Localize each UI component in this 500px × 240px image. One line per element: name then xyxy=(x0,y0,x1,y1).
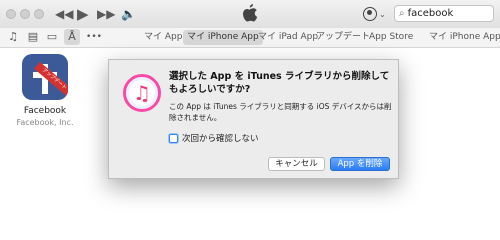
tv-icon[interactable]: ▭ xyxy=(45,29,59,45)
tab-my-iphone-apps[interactable]: マイ iPhone App xyxy=(183,30,263,45)
music-icon[interactable]: ♫ xyxy=(6,29,20,45)
app-icon-facebook[interactable]: アップデート xyxy=(22,54,68,100)
account-menu[interactable]: ⌄ xyxy=(363,5,386,23)
zoom-window-button[interactable] xyxy=(34,9,44,19)
music-note-icon: ♫ xyxy=(133,81,151,105)
update-ribbon: アップデート xyxy=(34,62,68,98)
more-icon[interactable]: ••• xyxy=(86,29,102,45)
tab-my-ipad-apps[interactable]: マイ iPad App xyxy=(258,30,318,45)
chevron-down-icon: ⌄ xyxy=(379,9,386,19)
search-input[interactable]: facebook xyxy=(408,8,454,19)
account-icon xyxy=(363,7,377,21)
itunes-icon: ♫ xyxy=(123,74,161,112)
close-window-button[interactable] xyxy=(6,9,16,19)
dialog-title: 選択した App を iTunes ライブラリから削除してもよろしいですか? xyxy=(169,71,390,95)
cancel-button[interactable]: キャンセル xyxy=(268,157,325,171)
search-field[interactable]: ⌕ facebook xyxy=(394,5,494,22)
volume-icon[interactable]: 🔈 xyxy=(121,0,136,28)
confirm-delete-dialog: ♫ 選択した App を iTunes ライブラリから削除してもよろしいですか?… xyxy=(108,59,399,179)
play-icon[interactable]: ▶ xyxy=(77,0,89,28)
apps-icon[interactable]: Å xyxy=(64,29,80,45)
app-developer: Facebook, Inc. xyxy=(16,118,74,127)
tab-updates[interactable]: アップデート xyxy=(316,30,370,45)
navigation-bar: ♫ ▤ ▭ Å ••• マイ App マイ iPhone App マイ iPad… xyxy=(0,28,500,48)
fast-forward-icon[interactable]: ▶▶ xyxy=(97,0,115,28)
checkbox-label[interactable]: 次回から確認しない xyxy=(182,132,259,144)
tab-app-store[interactable]: App Store xyxy=(369,30,413,45)
checkbox-box[interactable] xyxy=(169,133,178,143)
minimize-window-button[interactable] xyxy=(20,9,30,19)
search-icon: ⌕ xyxy=(399,8,405,19)
dialog-message: この App は iTunes ライブラリと同期する iOS デバイスからは削除… xyxy=(169,102,392,122)
movies-icon[interactable]: ▤ xyxy=(26,29,40,45)
title-bar: ◀◀ ▶ ▶▶ 🔈 ⌄ ⌕ facebook xyxy=(0,0,500,29)
device-menu-label: マイ iPhone App xyxy=(429,32,500,42)
delete-app-button[interactable]: App を削除 xyxy=(330,157,390,171)
dont-ask-checkbox[interactable]: 次回から確認しない xyxy=(169,132,259,144)
tab-my-apps[interactable]: マイ App xyxy=(144,30,182,45)
rewind-icon[interactable]: ◀◀ xyxy=(55,0,73,28)
device-menu[interactable]: マイ iPhone App ⌄ xyxy=(429,30,500,45)
apple-logo-icon xyxy=(243,4,258,22)
app-name[interactable]: Facebook xyxy=(10,106,80,116)
